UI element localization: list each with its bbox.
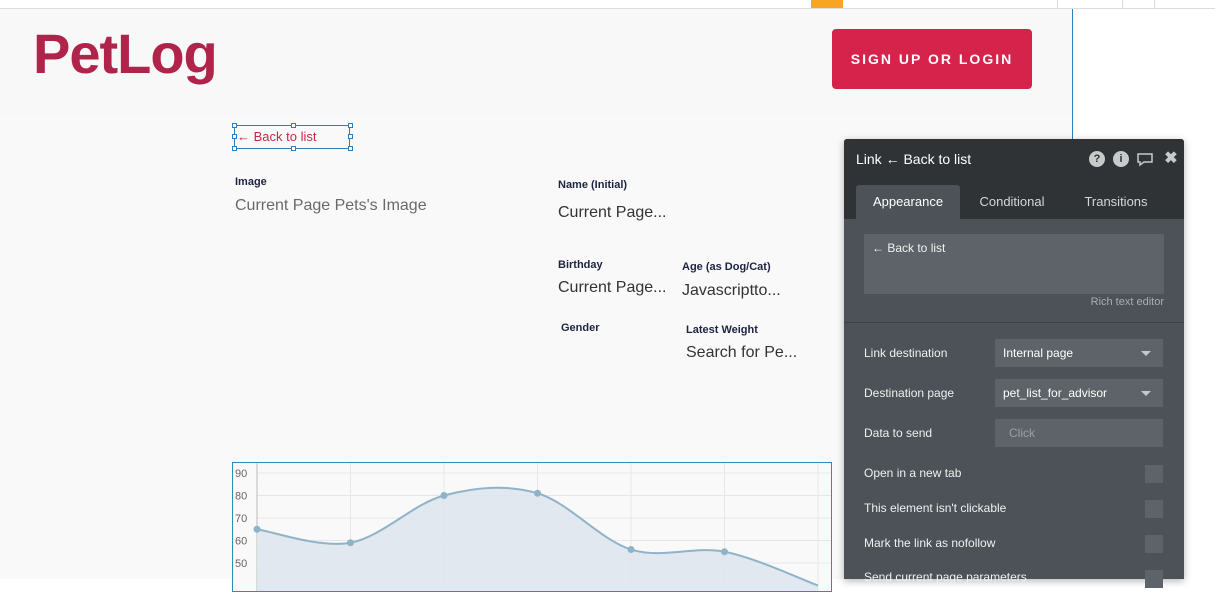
not-clickable-checkbox[interactable]: [1145, 500, 1163, 518]
selection-handle[interactable]: [232, 134, 237, 139]
image-value: Current Page Pets's Image: [235, 197, 427, 214]
destination-page-value: pet_list_for_advisor: [1003, 386, 1108, 400]
ruler-tick: [1122, 0, 1123, 8]
close-icon[interactable]: ✖: [1163, 151, 1179, 167]
open-new-tab-checkbox[interactable]: [1145, 465, 1163, 483]
rich-text-editor[interactable]: ← Back to list: [864, 234, 1164, 294]
age-value: Javascriptto...: [682, 282, 781, 299]
open-new-tab-label: Open in a new tab: [864, 466, 962, 480]
selection-handle[interactable]: [348, 146, 353, 151]
ruler-tick: [1154, 0, 1155, 8]
y-tick-label: 60: [235, 536, 247, 548]
panel-title: Link ← Back to list: [856, 151, 972, 167]
weight-chart[interactable]: 90 80 70 60 50: [232, 462, 832, 592]
data-point: [253, 525, 261, 533]
not-clickable-label: This element isn't clickable: [864, 501, 1007, 515]
destination-page-label: Destination page: [864, 386, 955, 400]
data-point: [347, 539, 354, 547]
series-area: [257, 487, 818, 591]
panel-divider: [844, 322, 1184, 323]
selection-handle[interactable]: [348, 134, 353, 139]
property-editor-panel[interactable]: Link ← Back to list ? i ✖ Appearance Con…: [844, 139, 1184, 588]
chart-svg: 90 80 70 60 50: [235, 463, 831, 591]
chevron-down-icon: [1141, 351, 1151, 356]
send-params-label: Send current page parameters: [864, 570, 1027, 584]
gender-label: Gender: [561, 322, 600, 334]
chevron-down-icon: [1141, 391, 1151, 396]
weight-label: Latest Weight: [686, 324, 758, 336]
rich-text-caption: Rich text editor: [1090, 296, 1164, 308]
send-params-checkbox[interactable]: [1145, 570, 1163, 588]
ruler-tick: [1057, 0, 1058, 8]
data-point: [440, 492, 448, 499]
nofollow-checkbox[interactable]: [1145, 535, 1163, 553]
name-label: Name (Initial): [558, 179, 628, 191]
page-header: PetLog SIGN UP OR LOGIN: [0, 9, 1072, 115]
link-destination-label: Link destination: [864, 346, 948, 360]
panel-tabs: Appearance Conditional Transitions: [844, 179, 1184, 219]
data-point: [627, 546, 635, 553]
info-icon[interactable]: i: [1113, 151, 1129, 167]
data-to-send-field[interactable]: Click: [995, 419, 1163, 447]
help-icon[interactable]: ?: [1089, 151, 1105, 167]
selection-handle[interactable]: [291, 123, 296, 128]
weight-value: Search for Pe...: [686, 344, 798, 361]
comment-icon[interactable]: [1136, 151, 1153, 167]
nofollow-label: Mark the link as nofollow: [864, 536, 996, 550]
selection-handle[interactable]: [348, 123, 353, 128]
data-point: [534, 489, 541, 497]
y-tick-label: 80: [235, 491, 247, 503]
logo[interactable]: PetLog: [33, 21, 218, 86]
data-point: [721, 548, 728, 556]
selection-handle[interactable]: [232, 146, 237, 151]
name-value: Current Page...: [558, 204, 667, 221]
tab-transitions[interactable]: Transitions: [1064, 185, 1168, 219]
data-to-send-label: Data to send: [864, 426, 933, 440]
signup-login-button[interactable]: SIGN UP OR LOGIN: [832, 29, 1032, 89]
y-tick-label: 90: [235, 468, 247, 480]
link-destination-dropdown[interactable]: Internal page: [995, 339, 1163, 367]
selection-handle[interactable]: [291, 146, 296, 151]
birthday-value: Current Page...: [558, 279, 667, 296]
panel-header[interactable]: Link ← Back to list ? i ✖: [844, 139, 1184, 179]
destination-page-dropdown[interactable]: pet_list_for_advisor: [995, 379, 1163, 407]
selection-handle[interactable]: [232, 123, 237, 128]
y-tick-label: 70: [235, 513, 247, 525]
editor-marker: [811, 0, 843, 8]
image-label: Image: [235, 176, 267, 188]
y-tick-label: 50: [235, 558, 247, 570]
tab-conditional[interactable]: Conditional: [960, 185, 1064, 219]
link-destination-value: Internal page: [1003, 346, 1074, 360]
age-label: Age (as Dog/Cat): [682, 261, 771, 273]
birthday-label: Birthday: [558, 259, 603, 271]
tab-appearance[interactable]: Appearance: [856, 185, 960, 219]
editor-top-strip: [0, 0, 1215, 9]
